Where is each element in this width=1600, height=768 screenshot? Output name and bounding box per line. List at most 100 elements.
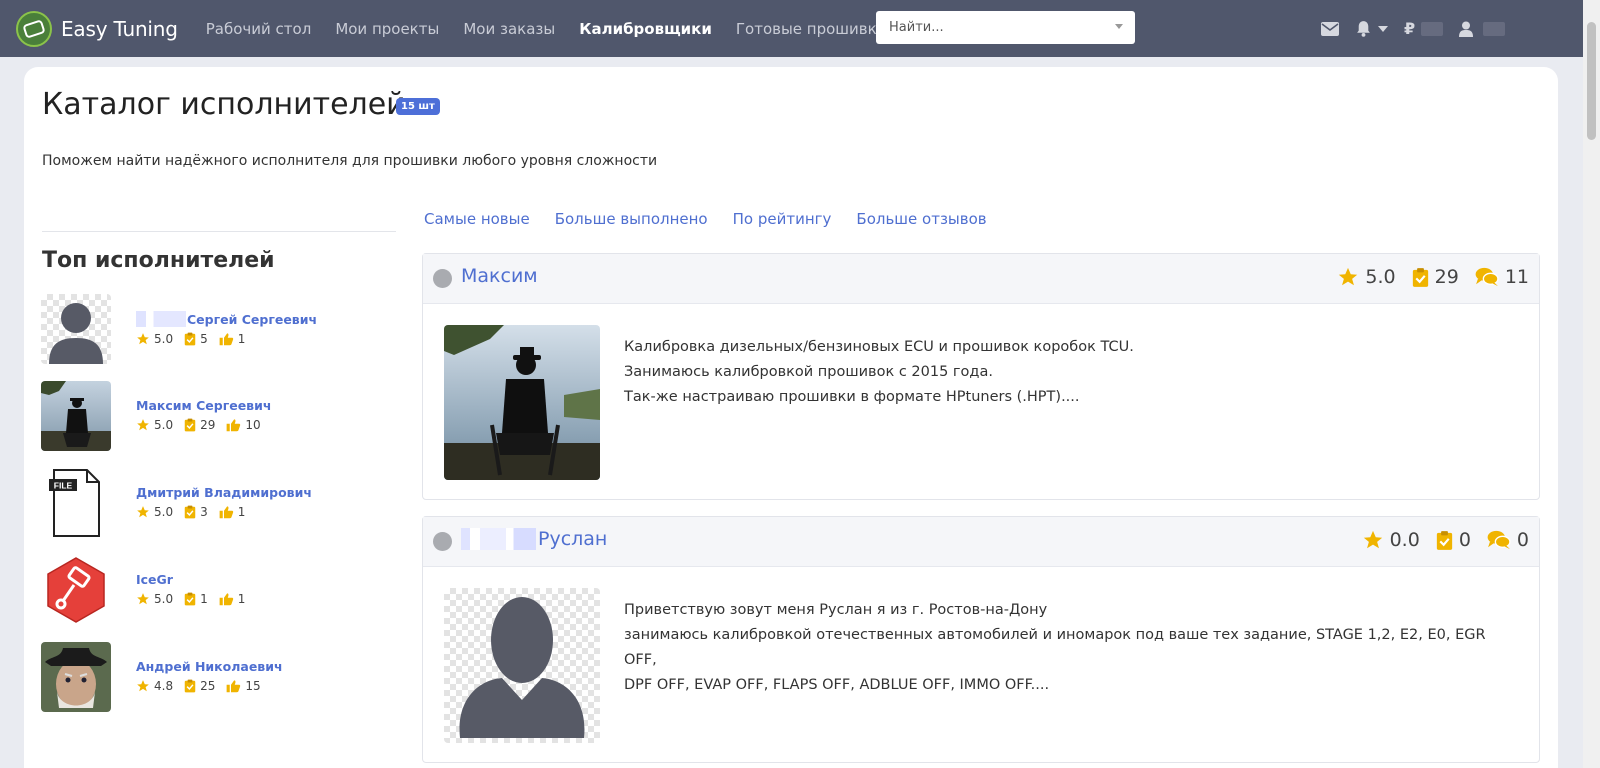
scrollbar-thumb[interactable] [1587, 22, 1596, 140]
balance[interactable]: ₽ [1404, 19, 1444, 38]
top-performer-item[interactable]: FILE Дмитрий Владимирович 5.0 3 1 [41, 468, 401, 555]
performer-photo[interactable] [444, 588, 600, 743]
status-dot-icon [433, 532, 452, 551]
description-line: Занимаюсь калибровкой прошивок с 2015 го… [624, 364, 993, 380]
page-title: Каталог исполнителей [42, 87, 406, 122]
blurred-name-part [461, 528, 536, 550]
top-performer-item[interactable]: Андрей Николаевич 4.8 25 15 [41, 642, 401, 729]
nav-link-calibrators[interactable]: Калибровщики [579, 20, 712, 38]
top-navbar: Easy Tuning Рабочий стол Мои проекты Мои… [0, 0, 1600, 57]
top-performer-item[interactable]: Максим Сергеевич 5.0 29 10 [41, 381, 401, 468]
fisher-photo-icon [444, 325, 600, 480]
description-line: Так-же настраиваю прошивки в формате HPt… [624, 389, 1080, 405]
completed-value: 29 [1434, 266, 1459, 288]
description-line: занимаюсь калибровкой отечественных авто… [624, 627, 1486, 668]
avatar[interactable] [41, 294, 111, 364]
rating-value: 5.0 [154, 332, 174, 346]
user-cog-icon [1459, 21, 1474, 37]
avatar[interactable] [41, 555, 111, 625]
completed-value: 1 [200, 592, 208, 606]
top-performer-item[interactable]: Сергей Сергеевич 5.0 5 1 [41, 294, 401, 381]
page-scrollbar[interactable] [1583, 0, 1600, 768]
completed-value: 0 [1458, 529, 1471, 551]
balance-blurred [1421, 21, 1444, 36]
top-performer-name[interactable]: Дмитрий Владимирович [136, 485, 312, 500]
main-card: Каталог исполнителей 15 шт Поможем найти… [24, 67, 1558, 768]
nav-links: Рабочий стол Мои проекты Мои заказы Кали… [206, 20, 911, 38]
search-select[interactable]: Найти... [876, 11, 1135, 44]
user-silhouette-icon [459, 597, 585, 738]
sort-tab-newest[interactable]: Самые новые [424, 210, 530, 228]
blurred-name-part [136, 311, 186, 327]
status-dot-icon [433, 269, 452, 288]
performer-description: Калибровка дизельных/бензиновых ECU и пр… [624, 335, 1519, 410]
sort-tab-most-completed[interactable]: Больше выполнено [555, 210, 708, 228]
clipboard-check-icon [1412, 267, 1428, 287]
clipboard-check-icon [184, 679, 196, 693]
top-performer-name[interactable]: IceGr [136, 572, 256, 587]
top-performer-name[interactable]: Максим Сергеевич [136, 398, 272, 413]
performer-card: Руслан 0.0 0 0 Приветствую зовут меня Ру… [422, 516, 1540, 763]
count-badge: 15 шт [396, 98, 440, 115]
thumbs-up-icon [219, 333, 233, 346]
sort-tabs: Самые новые Больше выполнено По рейтингу… [424, 210, 1012, 228]
comments-icon [1475, 267, 1499, 287]
file-icon: FILE [49, 469, 100, 537]
thumbs-up-icon [219, 506, 233, 519]
avatar[interactable] [41, 381, 111, 451]
fisher-photo-icon [41, 381, 111, 451]
divider [42, 231, 396, 232]
top-performer-name[interactable]: Андрей Николаевич [136, 659, 283, 674]
user-menu[interactable] [1459, 21, 1506, 37]
performer-card-header: Максим 5.0 29 11 [423, 254, 1539, 304]
nav-link-dashboard[interactable]: Рабочий стол [206, 20, 312, 38]
star-icon [137, 593, 149, 605]
nav-link-my-orders[interactable]: Мои заказы [463, 20, 555, 38]
piston-hexagon-icon [47, 557, 105, 623]
performer-card-header: Руслан 0.0 0 0 [423, 517, 1539, 567]
likes-value: 15 [245, 679, 261, 693]
rating-value: 0.0 [1389, 529, 1420, 551]
star-icon [1363, 530, 1382, 549]
reviews-value: 11 [1504, 266, 1529, 288]
top-performer-name[interactable]: Сергей Сергеевич [187, 312, 317, 327]
nav-link-ready-firmware[interactable]: Готовые прошивки [736, 20, 887, 38]
star-icon [1339, 267, 1358, 286]
clipboard-check-icon [184, 592, 196, 606]
performer-stats: 5.0 29 11 [1321, 266, 1529, 288]
likes-value: 1 [237, 505, 246, 519]
completed-value: 3 [200, 505, 208, 519]
search-placeholder: Найти... [889, 20, 944, 35]
sort-tab-most-reviews[interactable]: Больше отзывов [856, 210, 986, 228]
rating-value: 4.8 [154, 679, 174, 693]
ruble-icon: ₽ [1404, 19, 1416, 38]
clipboard-check-icon [184, 332, 196, 346]
star-icon [137, 333, 149, 345]
svg-text:FILE: FILE [54, 481, 73, 491]
performer-card: Максим 5.0 29 11 Калибровка дизельных/бе… [422, 253, 1540, 500]
avatar[interactable] [41, 642, 111, 712]
thumbs-up-icon [227, 419, 241, 432]
rating-value: 5.0 [154, 592, 174, 606]
page-subtitle: Поможем найти надёжного исполнителя для … [42, 153, 658, 169]
performer-description: Приветствую зовут меня Руслан я из г. Ро… [624, 598, 1519, 698]
top-performer-item[interactable]: IceGr 5.0 1 1 [41, 555, 401, 642]
sort-tab-rating[interactable]: По рейтингу [733, 210, 832, 228]
performer-photo[interactable] [444, 325, 600, 480]
brand[interactable]: Easy Tuning [16, 10, 178, 47]
clipboard-check-icon [184, 418, 196, 432]
avatar[interactable]: FILE [41, 468, 111, 538]
performer-name[interactable]: Руслан [538, 528, 607, 550]
rating-value: 5.0 [154, 418, 174, 432]
thumbs-up-icon [227, 680, 241, 693]
completed-value: 25 [200, 679, 216, 693]
bell-icon[interactable] [1355, 20, 1388, 37]
chevron-down-icon [1115, 24, 1123, 29]
top-performers-title: Топ исполнителей [42, 248, 275, 273]
performer-card-body: Калибровка дизельных/бензиновых ECU и пр… [423, 304, 1539, 499]
nav-right-actions: ₽ [1321, 0, 1521, 57]
nav-link-my-projects[interactable]: Мои проекты [335, 20, 439, 38]
performer-name[interactable]: Максим [461, 265, 538, 287]
mail-icon[interactable] [1321, 21, 1339, 36]
user-silhouette-icon [49, 303, 103, 364]
